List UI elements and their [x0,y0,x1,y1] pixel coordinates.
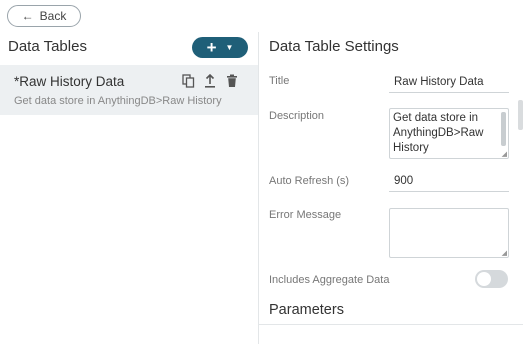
data-table-settings-panel: Data Table Settings Title Raw History Da… [259,32,523,344]
data-table-description: Get data store in AnythingDB>Raw History [14,95,222,107]
error-message-label: Error Message [269,209,342,221]
data-tables-title: Data Tables [8,38,87,55]
trash-icon[interactable] [224,73,240,89]
description-scrollbar[interactable] [501,112,506,146]
caret-down-icon: ▼ [225,42,234,52]
description-text: Get data store in AnythingDB>Raw History [393,112,484,154]
auto-refresh-label: Auto Refresh (s) [269,175,350,187]
title-label: Title [269,75,290,87]
copy-icon[interactable] [180,73,196,89]
parameters-divider [259,324,523,325]
data-table-name: *Raw History Data [14,74,125,89]
parameters-title: Parameters [269,302,344,318]
aggregate-toggle[interactable] [475,270,508,288]
back-button-label: Back [39,9,67,23]
resize-handle-icon[interactable]: ◢ [502,151,507,158]
add-data-table-button[interactable]: + ▼ [192,37,248,58]
description-field[interactable]: Get data store in AnythingDB>Raw History… [389,108,509,159]
back-button[interactable]: ← Back [7,5,81,27]
auto-refresh-field[interactable]: 900 [389,170,509,192]
plus-icon: + [206,38,217,57]
error-message-field[interactable]: ◢ [389,208,509,258]
settings-title: Data Table Settings [269,38,399,55]
upload-icon[interactable] [202,73,218,89]
arrow-left-icon: ← [21,9,34,23]
resize-handle-icon[interactable]: ◢ [502,250,507,257]
data-tables-panel: Data Tables + ▼ *Raw History Data Get da… [0,32,258,344]
description-label: Description [269,110,325,122]
data-table-item[interactable]: *Raw History Data Get data store in Anyt… [0,65,258,115]
title-field[interactable]: Raw History Data [389,71,509,93]
aggregate-label: Includes Aggregate Data [269,274,390,286]
toggle-knob [477,272,491,286]
page-scrollbar[interactable] [518,100,523,130]
